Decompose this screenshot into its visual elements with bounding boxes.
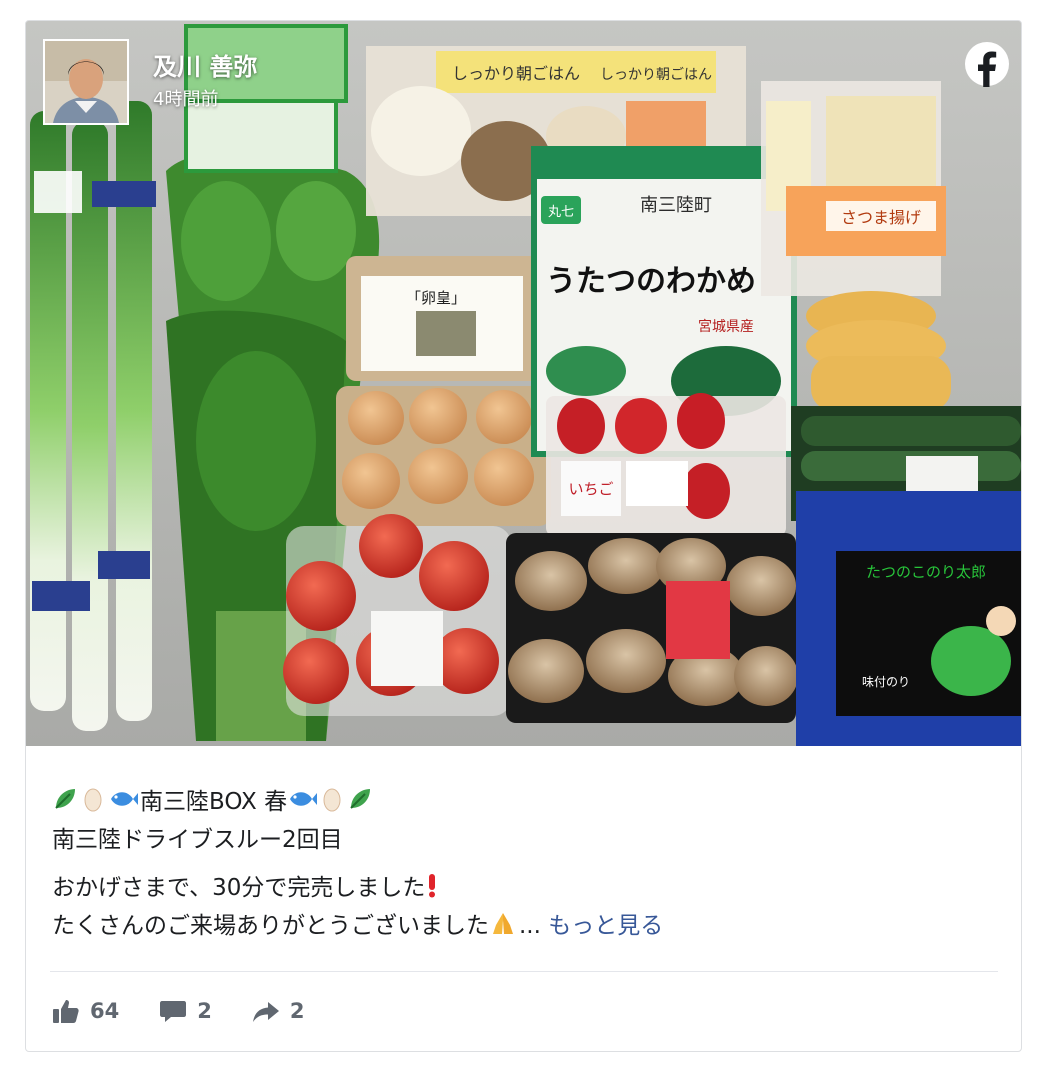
nori-package: たつのこのり太郎 味付のり (796, 491, 1021, 746)
facebook-icon[interactable] (964, 41, 1010, 87)
caption-line-2: 南三陸ドライブスルー2回目 (52, 827, 343, 853)
author-name[interactable]: 及川 善弥 (153, 47, 257, 82)
satsuma-label: さつま揚げ (841, 208, 921, 227)
caption-line-3-text: おかげさまで、30分で完売しました (52, 875, 426, 901)
like-count: 64 (90, 999, 120, 1023)
like-stat[interactable]: 64 (52, 998, 119, 1024)
caption-line-1: 南三陸BOX 春 (52, 783, 992, 821)
share-count: 2 (289, 999, 305, 1023)
see-more-link[interactable]: もっと見る (548, 913, 663, 939)
wakame-brand: 丸七 (548, 205, 574, 220)
shiitake-tray (506, 533, 798, 723)
thumbs-up-icon (53, 1000, 79, 1023)
author-avatar[interactable] (43, 39, 129, 125)
exclamation-emoji (429, 874, 436, 898)
share-stat[interactable]: 2 (252, 998, 305, 1024)
leafy-green-emoji (350, 789, 371, 809)
post-caption: 南三陸BOX 春 南三陸ドライブスルー2回目 おかげさまで、30分で完売しました… (52, 783, 992, 945)
strawberry-label: いちご (568, 480, 613, 498)
nori-type: 味付のり (862, 675, 910, 689)
wakame-origin: 宮城県産 (698, 319, 754, 335)
wakame-product: うたつのわかめ (546, 264, 756, 299)
produce-photo-illustration: しっかり朝ごはん しっかり朝ごはん 「卵皇」 丸七 南三陸町 うたつのわかめ 宮… (26, 21, 1021, 746)
leafy-green-emoji (55, 789, 75, 809)
package-title-2: しっかり朝ごはん (600, 67, 712, 83)
strawberry-pack: いちご (546, 393, 786, 536)
caption-ellipsis: ... (519, 913, 541, 939)
caption-line-4-text: たくさんのご来場ありがとうございました (52, 913, 489, 939)
share-arrow-icon (252, 1002, 279, 1022)
package-title-1: しっかり朝ごはん (452, 64, 580, 83)
caption-title: 南三陸BOX 春 (140, 789, 288, 815)
fish-emoji (290, 792, 318, 806)
folded-hands-emoji (493, 913, 513, 934)
divider (50, 971, 998, 972)
comment-icon (160, 1001, 187, 1022)
fish-emoji (111, 792, 138, 806)
post-photo[interactable]: しっかり朝ごはん しっかり朝ごはん 「卵皇」 丸七 南三陸町 うたつのわかめ 宮… (26, 21, 1021, 746)
wakame-town: 南三陸町 (640, 195, 712, 216)
egg-emoji (84, 788, 102, 812)
engagement-bar: 64 2 2 (52, 993, 344, 1029)
post-card: しっかり朝ごはん しっかり朝ごはん 「卵皇」 丸七 南三陸町 うたつのわかめ 宮… (25, 20, 1022, 1052)
comment-stat[interactable]: 2 (159, 998, 212, 1024)
post-timestamp[interactable]: 4時間前 (153, 85, 218, 111)
comment-count: 2 (197, 999, 212, 1023)
caption-line-3: おかげさまで、30分で完売しました (52, 869, 992, 907)
egg-emoji (323, 788, 341, 812)
caption-paragraph-gap (52, 859, 992, 869)
avatar-portrait-icon (45, 41, 127, 123)
nori-brand: たつのこのり太郎 (866, 563, 986, 581)
tomato-bag (283, 514, 511, 716)
caption-line-4: たくさんのご来場ありがとうございました... もっと見る (52, 907, 992, 945)
egg-label: 「卵皇」 (406, 289, 466, 307)
leeks (30, 101, 156, 731)
egg-carton: 「卵皇」 (336, 256, 551, 526)
